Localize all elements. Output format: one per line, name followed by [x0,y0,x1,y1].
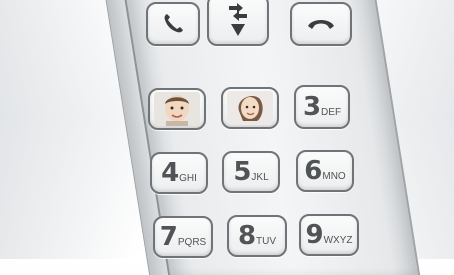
key-9-letters: WXYZ [323,234,353,246]
key-5-digit: 5 [233,157,251,187]
key-9-digit: 9 [305,220,324,250]
phone-hangup-icon [306,14,336,34]
photo-speed-dial-1[interactable] [148,88,206,130]
photo-speed-dial-2[interactable] [221,87,279,129]
key-6-letters: MNO [322,170,346,182]
key-7-digit: 7 [159,222,178,252]
key-6-digit: 6 [304,156,322,186]
key-4-digit: 4 [161,158,179,188]
key-8[interactable]: 8 TUV [227,215,287,257]
key-4-letters: GHI [179,172,197,184]
end-call-button[interactable] [290,2,352,46]
key-4[interactable]: 4 GHI [150,152,208,194]
key-6[interactable]: 6 MNO [296,150,354,192]
boy-photo-icon [154,92,200,126]
key-3-letters: DEF [321,106,342,118]
call-button[interactable] [146,2,200,46]
navigation-key[interactable] [207,0,269,46]
key-7-letters: PQRS [177,236,207,248]
key-3[interactable]: 3 DEF [294,85,350,129]
key-5[interactable]: 5 JKL [222,151,280,193]
key-8-digit: 8 [237,221,256,251]
key-5-letters: JKL [251,171,269,183]
key-9[interactable]: 9 WXYZ [299,214,359,256]
phone-call-icon [160,11,186,37]
girl-photo-icon [227,91,273,125]
key-7[interactable]: 7 PQRS [153,216,213,258]
key-3-digit: 3 [302,92,321,122]
transfer-arrows-icon [223,0,253,40]
key-8-letters: TUV [256,235,277,247]
